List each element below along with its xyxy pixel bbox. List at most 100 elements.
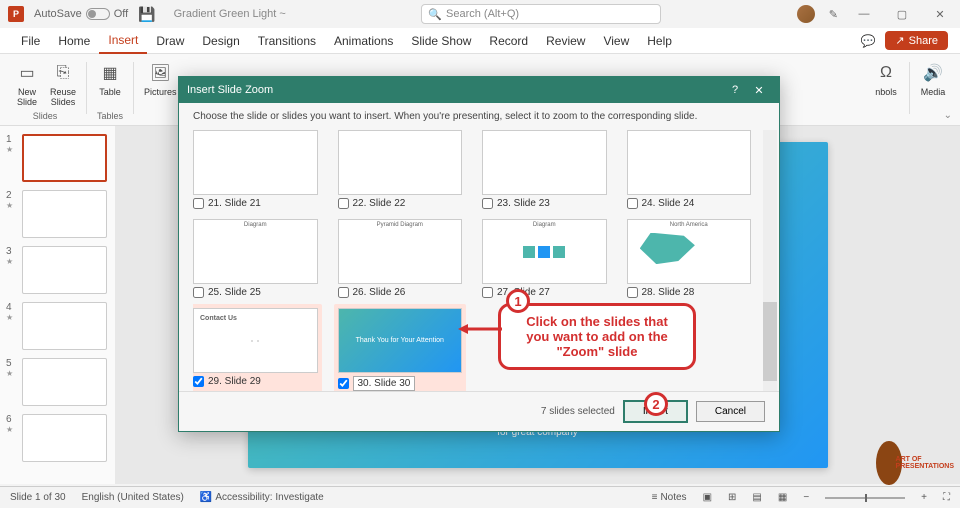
view-reading-button[interactable]: ▤ [752,492,761,503]
slide-checkbox-23[interactable] [482,198,493,209]
view-slideshow-button[interactable]: ▦ [778,492,787,503]
minimize-button[interactable]: — [852,8,876,20]
dialog-help-button[interactable]: ? [723,84,747,96]
reuse-slides-button[interactable]: ⎘ Reuse Slides [46,58,80,110]
menu-bar: File Home Insert Draw Design Transitions… [0,28,960,54]
slide-option-30[interactable]: Thank You for Your Attention30. Slide 30 [334,304,467,391]
notes-button[interactable]: ≡Notes [652,492,687,503]
media-icon: 🔊 [920,60,946,86]
tab-slideshow[interactable]: Slide Show [402,28,480,53]
thumb-6[interactable]: 6★ [6,414,109,462]
annotation-callout-1: Click on the slides that you want to add… [498,303,696,370]
view-normal-button[interactable]: ▣ [703,492,712,503]
new-slide-button[interactable]: ▭ New Slide [10,58,44,110]
cancel-button[interactable]: Cancel [696,401,765,422]
media-button[interactable]: 🔊 Media [916,58,950,100]
tab-record[interactable]: Record [480,28,537,53]
status-bar: Slide 1 of 30 English (United States) ♿A… [0,486,960,508]
toggle-icon [86,8,110,20]
tab-home[interactable]: Home [49,28,99,53]
accessibility-icon: ♿ [200,492,212,503]
annotation-arrow-1 [458,322,502,336]
thumb-5[interactable]: 5★ [6,358,109,406]
tab-review[interactable]: Review [537,28,594,53]
dialog-title: Insert Slide Zoom [187,84,273,96]
status-lang[interactable]: English (United States) [82,492,184,503]
search-icon: 🔍 [428,8,442,21]
tab-animations[interactable]: Animations [325,28,402,53]
view-sorter-button[interactable]: ⊞ [728,492,736,503]
user-avatar[interactable] [797,5,815,23]
zoom-slider[interactable] [825,497,905,499]
slide-checkbox-25[interactable] [193,287,204,298]
slide-option-25[interactable]: Diagram25. Slide 25 [193,219,318,298]
selected-count: 7 slides selected [541,406,615,417]
autosave-toggle[interactable]: AutoSave Off [34,8,128,20]
slide-checkbox-24[interactable] [627,198,638,209]
tab-help[interactable]: Help [638,28,681,53]
slide-option-29[interactable]: Contact Us29. Slide 29 [193,304,322,391]
dialog-scrollbar[interactable] [763,130,777,391]
site-logo: ART OFPRESENTATIONS [876,438,954,488]
close-button[interactable]: ✕ [928,8,952,21]
dialog-close-button[interactable]: ✕ [747,84,771,97]
autosave-label: AutoSave [34,8,82,20]
group-label-slides: Slides [33,111,58,121]
insert-slide-zoom-dialog: Insert Slide Zoom ? ✕ Choose the slide o… [178,76,780,432]
slide-checkbox-26[interactable] [338,287,349,298]
slide-option-21[interactable]: 21. Slide 21 [193,130,318,209]
notes-icon: ≡ [652,492,658,503]
slide-option-28[interactable]: North America28. Slide 28 [627,219,752,298]
thumb-3[interactable]: 3★ [6,246,109,294]
zoom-in-button[interactable]: + [921,492,927,503]
table-button[interactable]: ▦ Table [93,58,127,100]
slide-thumbnails-panel[interactable]: 1★ 2★ 3★ 4★ 5★ 6★ [0,126,115,484]
scrollbar-thumb[interactable] [763,302,777,380]
reuse-icon: ⎘ [50,60,76,86]
thumb-2[interactable]: 2★ [6,190,109,238]
app-icon: P [8,6,24,22]
comments-button[interactable]: 💬 [860,34,875,48]
slide-option-27[interactable]: Diagram27. Slide 27 [482,219,607,298]
slide-option-22[interactable]: 22. Slide 22 [338,130,463,209]
slide-option-23[interactable]: 23. Slide 23 [482,130,607,209]
search-placeholder: Search (Alt+Q) [446,8,519,20]
pen-icon[interactable]: ✎ [829,8,838,21]
restore-button[interactable]: ▢ [890,8,914,21]
tab-draw[interactable]: Draw [147,28,193,53]
zoom-out-button[interactable]: − [803,492,809,503]
status-slide: Slide 1 of 30 [10,492,66,503]
tab-insert[interactable]: Insert [99,29,147,54]
tab-view[interactable]: View [594,28,638,53]
slide-checkbox-27[interactable] [482,287,493,298]
dialog-header[interactable]: Insert Slide Zoom ? ✕ [179,77,779,103]
collapse-ribbon-icon[interactable]: ⌄ [944,110,952,121]
search-input[interactable]: 🔍 Search (Alt+Q) [421,4,661,24]
tab-design[interactable]: Design [193,28,248,53]
thumb-4[interactable]: 4★ [6,302,109,350]
symbols-icon: Ω [873,60,899,86]
pictures-button[interactable]: 🖼 Pictures [140,58,181,100]
file-name[interactable]: Gradient Green Light ~ [174,8,286,20]
slide-option-24[interactable]: 24. Slide 24 [627,130,752,209]
new-slide-icon: ▭ [14,60,40,86]
tab-file[interactable]: File [12,28,49,53]
pictures-icon: 🖼 [147,60,173,86]
dialog-instruction: Choose the slide or slides you want to i… [179,103,779,130]
slide-checkbox-21[interactable] [193,198,204,209]
group-label-tables: Tables [97,111,123,121]
slide-checkbox-22[interactable] [338,198,349,209]
slide-checkbox-30[interactable] [338,378,349,389]
slide-checkbox-29[interactable] [193,376,204,387]
share-label: Share [909,35,938,47]
tab-transitions[interactable]: Transitions [249,28,325,53]
share-button[interactable]: ↗ Share [885,31,948,50]
thumb-1[interactable]: 1★ [6,134,109,182]
fit-button[interactable]: ⛶ [943,492,950,503]
dialog-footer: 7 slides selected Insert Cancel [179,391,779,431]
slide-checkbox-28[interactable] [627,287,638,298]
slide-option-26[interactable]: Pyramid Diagram26. Slide 26 [338,219,463,298]
save-icon[interactable]: 💾 [138,6,155,23]
symbols-button[interactable]: Ω nbols [869,58,903,100]
status-accessibility[interactable]: ♿Accessibility: Investigate [200,492,324,503]
